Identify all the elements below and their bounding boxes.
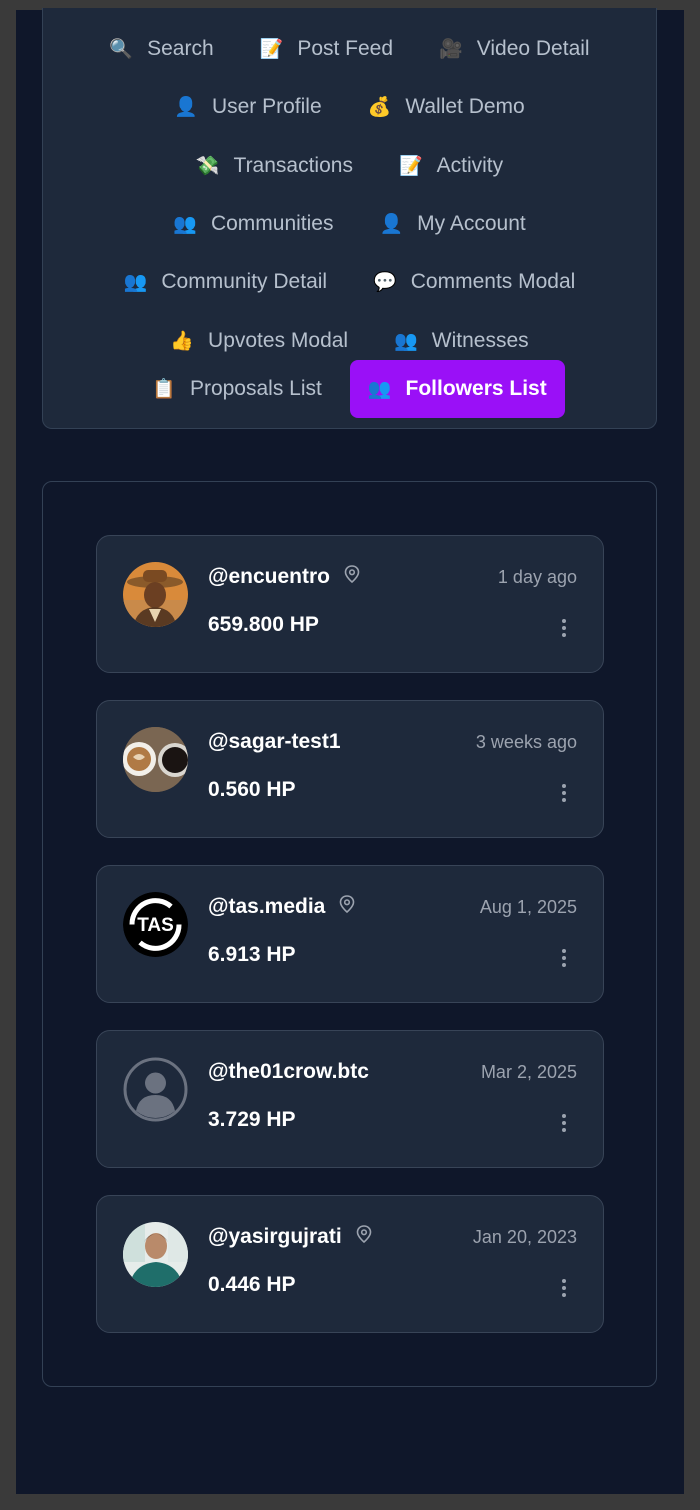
more-options-icon[interactable] — [553, 781, 575, 805]
follow-date: Mar 2, 2025 — [480, 1062, 577, 1082]
follower-card[interactable]: @yasirgujrati Jan 20, 2023 0.446 HP — [96, 1195, 604, 1333]
location-pin-icon — [344, 565, 360, 589]
nav-item-label: Community Detail — [161, 270, 328, 293]
nav-item-communities[interactable]: 👥 Communities — [155, 195, 351, 253]
thumbs-up-icon: 👍 — [170, 330, 195, 352]
demo-nav-panel: 🔍 Search 📝 Post Feed 🎥 Video Detail 👤 User P… — [42, 8, 657, 429]
memo-icon: 📝 — [398, 155, 423, 177]
follower-username-row: @yasirgujrati — [208, 1225, 372, 1249]
avatar-logo-text: TAS — [137, 915, 174, 936]
magnifier-icon: 🔍 — [109, 38, 134, 60]
hive-power-value: 0.446 HP — [208, 1273, 296, 1296]
follower-username[interactable]: @encuentro — [208, 565, 330, 589]
nav-item-label: Witnesses — [431, 329, 529, 352]
avatar[interactable] — [123, 727, 188, 792]
follower-username-row: @encuentro — [208, 565, 360, 589]
nav-item-video-detail[interactable]: 🎥 Video Detail — [421, 20, 608, 78]
follower-card[interactable]: @encuentro 1 day ago 659.800 HP — [96, 535, 604, 673]
money-bag-icon: 💰 — [367, 96, 392, 118]
location-pin-icon — [356, 1225, 372, 1249]
nav-item-label: Followers List — [405, 377, 547, 400]
nav-item-user-profile[interactable]: 👤 User Profile — [156, 78, 339, 136]
follower-username[interactable]: @the01crow.btc — [208, 1060, 369, 1084]
follower-card[interactable]: @sagar-test1 3 weeks ago 0.560 HP — [96, 700, 604, 838]
users-icon: 👥 — [394, 330, 418, 352]
nav-item-label: Search — [147, 37, 214, 60]
users-icon: 👥 — [367, 378, 392, 400]
location-pin-icon — [339, 895, 355, 919]
money-wings-icon: 💸 — [195, 155, 220, 177]
nav-item-post-feed[interactable]: 📝 Post Feed — [242, 20, 411, 78]
clipboard-icon: 📋 — [152, 378, 176, 400]
nav-item-label: Proposals List — [189, 377, 322, 400]
nav-item-label: User Profile — [211, 95, 322, 118]
memo-icon: 📝 — [259, 38, 284, 60]
hive-power-value: 0.560 HP — [208, 778, 296, 801]
more-options-icon[interactable] — [553, 1111, 575, 1135]
nav-item-search[interactable]: 🔍 Search — [91, 20, 231, 78]
follower-username[interactable]: @yasirgujrati — [208, 1225, 342, 1249]
hive-power-value: 659.800 HP — [208, 613, 319, 636]
user-icon: 👤 — [174, 96, 198, 118]
nav-item-label: Activity — [436, 154, 504, 177]
nav-item-label: My Account — [417, 212, 526, 235]
follower-card[interactable]: @the01crow.btc Mar 2, 2025 3.729 HP — [96, 1030, 604, 1168]
nav-item-my-account[interactable]: 👤 My Account — [361, 195, 543, 253]
nav-item-transactions[interactable]: 💸 Transactions — [178, 137, 371, 195]
nav-item-wallet-demo[interactable]: 💰 Wallet Demo — [350, 78, 543, 136]
app-window: 🔍 Search 📝 Post Feed 🎥 Video Detail 👤 User P… — [16, 8, 684, 1494]
follower-username-row: @sagar-test1 — [208, 730, 341, 754]
avatar[interactable] — [123, 1057, 188, 1122]
nav-item-community-detail[interactable]: 👥 Community Detail — [106, 253, 345, 311]
followers-list-panel: @encuentro 1 day ago 659.800 HP @sagar-t… — [42, 481, 657, 1387]
follow-date: Aug 1, 2025 — [479, 897, 577, 917]
nav-item-proposals-list[interactable]: 📋 Proposals List — [134, 360, 340, 418]
users-icon: 👥 — [123, 271, 148, 293]
follow-date: 1 day ago — [497, 567, 577, 587]
video-camera-icon: 🎥 — [439, 38, 463, 60]
nav-item-label: Wallet Demo — [405, 95, 525, 118]
speech-bubble-icon: 💬 — [373, 271, 397, 293]
follower-username[interactable]: @tas.media — [208, 895, 325, 919]
avatar[interactable] — [123, 1222, 188, 1287]
nav-item-label: Transactions — [233, 154, 353, 177]
nav-item-label: Upvotes Modal — [208, 329, 349, 352]
more-options-icon[interactable] — [553, 946, 575, 970]
users-icon: 👥 — [173, 213, 197, 235]
nav-item-activity[interactable]: 📝 Activity — [381, 137, 521, 195]
avatar[interactable] — [123, 562, 188, 627]
nav-item-label: Post Feed — [297, 37, 394, 60]
follow-date: Jan 20, 2023 — [472, 1227, 577, 1247]
avatar[interactable]: TAS — [123, 892, 188, 957]
more-options-icon[interactable] — [553, 1276, 575, 1300]
follower-username-row: @tas.media — [208, 895, 355, 919]
nav-item-label: Communities — [210, 212, 334, 235]
follower-username[interactable]: @sagar-test1 — [208, 730, 341, 754]
nav-item-comments-modal[interactable]: 💬 Comments Modal — [355, 253, 593, 311]
hive-power-value: 3.729 HP — [208, 1108, 296, 1131]
follow-date: 3 weeks ago — [475, 732, 577, 752]
nav-item-followers-list[interactable]: 👥 Followers List — [349, 360, 565, 418]
more-options-icon[interactable] — [553, 616, 575, 640]
user-icon: 👤 — [379, 213, 404, 235]
hive-power-value: 6.913 HP — [208, 943, 296, 966]
nav-item-label: Video Detail — [476, 37, 590, 60]
nav-item-label: Comments Modal — [410, 270, 576, 293]
follower-username-row: @the01crow.btc — [208, 1060, 369, 1084]
follower-card[interactable]: TAS @tas.media Aug 1, 2025 6.913 HP — [96, 865, 604, 1003]
